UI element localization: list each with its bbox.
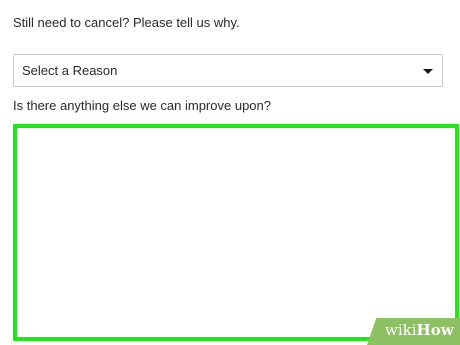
- improve-question: Is there anything else we can improve up…: [13, 98, 271, 113]
- cancel-reason-question: Still need to cancel? Please tell us why…: [13, 15, 240, 30]
- watermark-logo: wikiHow: [385, 321, 454, 339]
- feedback-textarea[interactable]: [13, 124, 459, 341]
- caret-down-icon: [423, 69, 433, 74]
- reason-select[interactable]: Select a Reason: [13, 54, 443, 87]
- reason-select-value: Select a Reason: [22, 63, 118, 78]
- watermark-prefix: wiki: [385, 321, 417, 339]
- watermark-suffix: How: [416, 321, 454, 339]
